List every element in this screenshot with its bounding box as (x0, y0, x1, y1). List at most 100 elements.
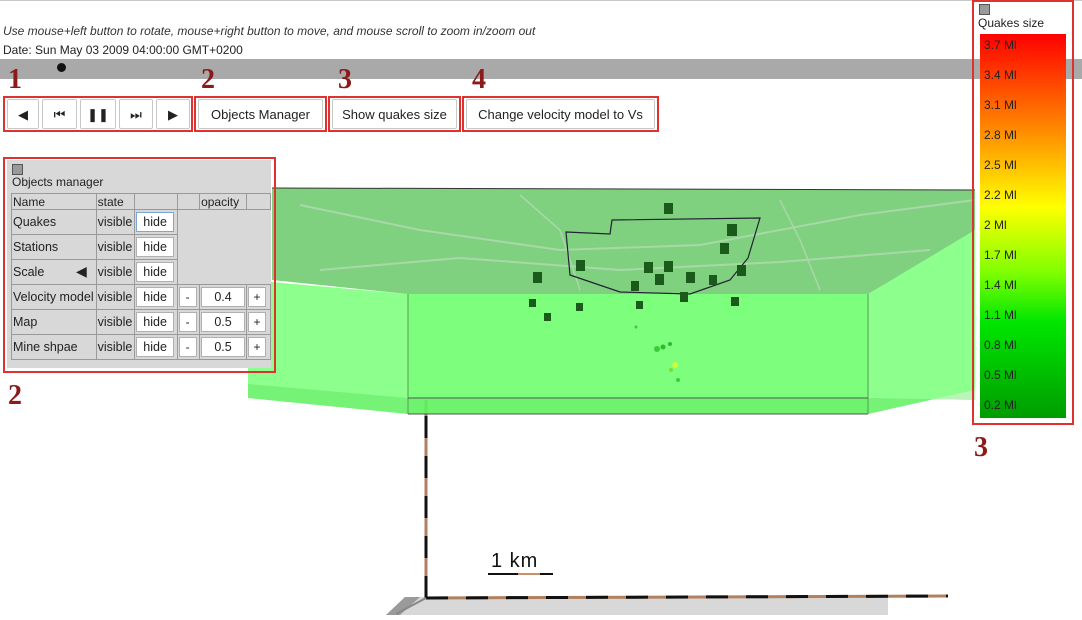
panel-toggle-checkbox[interactable] (12, 164, 23, 175)
station-marker (576, 260, 585, 271)
volume-front-face (408, 294, 868, 414)
legend-label: 2 Ml (984, 218, 1007, 232)
change-velocity-button[interactable]: Change velocity model to Vs (466, 99, 655, 129)
map-surface (272, 188, 975, 294)
annotation-3: 3 (338, 64, 352, 95)
station-marker (644, 262, 653, 273)
opacity-value[interactable]: 0.4 (201, 287, 246, 307)
next-button[interactable]: ▶ (156, 99, 190, 129)
opacity-increase-button[interactable]: + (248, 287, 267, 307)
station-marker (731, 297, 739, 306)
quake-point (634, 325, 638, 329)
first-button[interactable]: ⏮ (42, 99, 77, 129)
hide-quakes-button[interactable]: hide (136, 212, 174, 232)
table-row: Velocity model visible hide - 0.4 + (11, 284, 271, 310)
quake-point (660, 344, 666, 350)
legend-title: Quakes size (978, 16, 1045, 30)
ground-plate (386, 597, 888, 615)
objects-manager-panel: Objects manager Name state opacity Quake… (7, 160, 271, 368)
legend-label: 0.2 Ml (984, 398, 1017, 412)
station-marker (709, 275, 717, 285)
header-button (134, 193, 178, 210)
show-quakes-size-button[interactable]: Show quakes size (332, 99, 457, 129)
opacity-value[interactable]: 0.5 (201, 337, 246, 357)
opacity-decrease-button[interactable]: - (178, 312, 197, 332)
opacity-increase-button[interactable]: + (248, 312, 267, 332)
quake-point (676, 378, 680, 382)
station-marker (664, 261, 673, 272)
triangle-right-icon: ▶ (168, 106, 178, 122)
opacity-value[interactable]: 0.5 (201, 312, 246, 332)
triangle-left-icon: ◀ (18, 106, 28, 122)
station-marker (655, 274, 664, 285)
annotation-3-legend: 3 (974, 432, 988, 463)
legend-label: 1.1 Ml (984, 308, 1017, 322)
header-name: Name (11, 193, 97, 210)
legend-label: 0.5 Ml (984, 368, 1017, 382)
legend-label: 1.4 Ml (984, 278, 1017, 292)
hide-stations-button[interactable]: hide (136, 237, 174, 257)
row-name: Map (11, 309, 97, 335)
skip-back-icon: ⏮ (53, 106, 66, 122)
table-row: Quakes visible hide (11, 209, 271, 235)
opacity-decrease-button[interactable]: - (178, 337, 197, 357)
legend-label: 3.4 Ml (984, 68, 1017, 82)
row-state: visible (95, 234, 136, 260)
table-row: Scale ◀ visible hide (11, 259, 271, 285)
header-plus (246, 193, 271, 210)
row-name-cell: Scale ◀ (11, 259, 97, 285)
opacity-increase-button[interactable]: + (248, 337, 267, 357)
station-marker (529, 299, 536, 307)
station-marker (720, 243, 729, 254)
legend-label: 3.1 Ml (984, 98, 1017, 112)
row-name: Velocity model (11, 284, 97, 310)
quakes-size-legend: Quakes size 3.7 Ml 3.4 Ml 3.1 Ml 2.8 Ml 2.5 … (976, 2, 1072, 422)
legend-label: 2.2 Ml (984, 188, 1017, 202)
row-name: Mine shpae (11, 334, 97, 360)
objects-table: Name state opacity Quakes visible hide S… (11, 193, 271, 360)
station-marker (631, 281, 639, 291)
annotation-4: 4 (472, 64, 486, 95)
header-minus (176, 193, 201, 210)
quake-point (672, 362, 678, 368)
row-name: Quakes (11, 209, 97, 235)
opacity-decrease-button[interactable]: - (178, 287, 197, 307)
quake-point (654, 346, 660, 352)
annotation-2-panel: 2 (8, 380, 22, 411)
row-state: visible (95, 259, 136, 285)
skip-forward-icon: ⏭ (130, 106, 142, 122)
station-marker (533, 272, 542, 283)
header-opacity: opacity (199, 193, 248, 210)
station-marker (727, 224, 737, 236)
station-marker (737, 265, 746, 276)
prev-button[interactable]: ◀ (7, 99, 39, 129)
annotation-2: 2 (201, 64, 215, 95)
legend-label: 2.5 Ml (984, 158, 1017, 172)
legend-toggle-checkbox[interactable] (979, 4, 990, 15)
legend-label: 1.7 Ml (984, 248, 1017, 262)
pause-button[interactable]: ❚❚ (80, 99, 116, 129)
station-marker (680, 292, 688, 302)
last-button[interactable]: ⏭ (119, 99, 153, 129)
row-name: Stations (11, 234, 97, 260)
legend-label: 3.7 Ml (984, 38, 1017, 52)
station-marker (576, 303, 583, 311)
table-row: Mine shpae visible hide - 0.5 + (11, 334, 271, 360)
annotation-1: 1 (8, 64, 22, 95)
hide-scale-button[interactable]: hide (136, 262, 174, 282)
station-marker (686, 272, 695, 283)
pause-icon: ❚❚ (87, 106, 109, 122)
quake-point (669, 368, 673, 372)
row-name: Scale (13, 265, 45, 279)
station-marker (544, 313, 551, 321)
quake-point (668, 342, 672, 346)
objects-manager-button[interactable]: Objects Manager (198, 99, 323, 129)
legend-label: 0.8 Ml (984, 338, 1017, 352)
hide-map-button[interactable]: hide (136, 312, 174, 332)
row-state: visible (95, 209, 136, 235)
row-state: visible (95, 284, 136, 310)
row-state: visible (95, 334, 136, 360)
hide-velocity-button[interactable]: hide (136, 287, 174, 307)
station-marker (636, 301, 643, 309)
hide-mine-shape-button[interactable]: hide (136, 337, 174, 357)
